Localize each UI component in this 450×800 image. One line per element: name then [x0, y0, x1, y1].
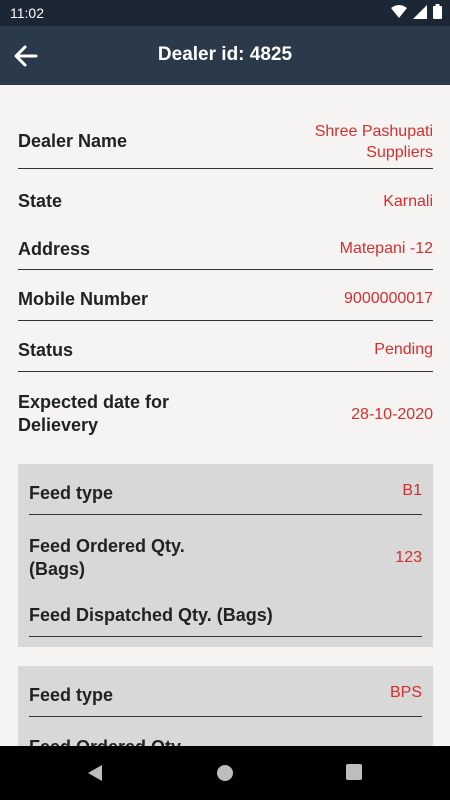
feed-ordered-row: Feed Ordered Qty. [29, 736, 422, 746]
detail-value: Matepani -12 [339, 240, 433, 257]
feed-type-label: Feed type [29, 483, 114, 503]
back-nav-icon[interactable] [86, 764, 104, 782]
detail-row-state: State Karnali [18, 187, 433, 215]
status-time: 11:02 [10, 5, 44, 21]
detail-row-expected-date: Expected date for Delievery 28-10-2020 [18, 390, 433, 438]
detail-value: 28-10-2020 [351, 405, 433, 423]
navigation-bar [0, 746, 450, 800]
app-bar: Dealer id: 4825 [0, 26, 450, 85]
detail-value: 9000000017 [344, 290, 433, 307]
feed-card: Feed type B1 Feed Ordered Qty. (Bags) 12… [18, 464, 433, 647]
detail-label: State [18, 190, 63, 211]
wifi-icon [391, 4, 407, 18]
battery-icon [433, 4, 442, 19]
page-title: Dealer id: 4825 [157, 44, 293, 65]
feed-type-row: Feed type B1 [29, 482, 422, 515]
detail-label: Dealer Name [18, 131, 128, 151]
home-nav-icon[interactable] [216, 764, 234, 782]
detail-value: Pending [374, 341, 433, 358]
feed-ordered-row: Feed Ordered Qty. (Bags) 123 [29, 534, 422, 582]
feed-dispatched-row: Feed Dispatched Qty. (Bags) [29, 604, 422, 637]
feed-type-label: Feed type [29, 685, 114, 705]
detail-value: Shree Pashupati Suppliers [314, 122, 433, 161]
feed-ordered-label: Feed Ordered Qty. [29, 736, 185, 746]
feed-type-value: BPS [389, 684, 422, 701]
dealer-details[interactable]: Dealer Name Shree Pashupati Suppliers St… [0, 85, 450, 746]
feed-card: Feed type BPS Feed Ordered Qty. [18, 666, 433, 746]
detail-row-address: Address Matepani -12 [18, 235, 433, 270]
detail-row-status: Status Pending [18, 336, 433, 372]
detail-value: Karnali [383, 192, 433, 210]
feed-ordered-value: 123 [395, 549, 422, 566]
detail-label: Address [18, 239, 91, 259]
feed-type-row: Feed type BPS [29, 684, 422, 717]
detail-row-dealer-name: Dealer Name Shree Pashupati Suppliers [18, 115, 433, 169]
detail-label: Status [18, 340, 74, 360]
signal-icon [413, 4, 427, 19]
feed-dispatched-label: Feed Dispatched Qty. (Bags) [29, 605, 273, 625]
feed-ordered-label: Feed Ordered Qty. (Bags) [29, 536, 185, 579]
detail-label: Expected date for Delievery [18, 392, 170, 435]
feed-type-value: B1 [402, 482, 422, 499]
recents-nav-icon[interactable] [346, 764, 362, 780]
status-bar: 11:02 [0, 0, 450, 26]
detail-row-mobile-number: Mobile Number 9000000017 [18, 285, 433, 321]
detail-label: Mobile Number [18, 289, 149, 309]
